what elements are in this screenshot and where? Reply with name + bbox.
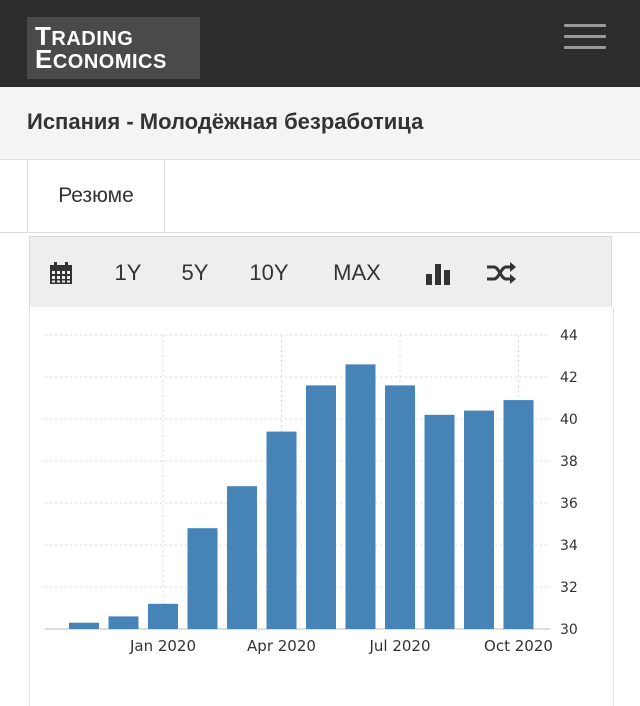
bar-jan-2020[interactable] — [148, 603, 178, 629]
page-title: Испания - Молодёжная безработица — [27, 109, 424, 134]
bar-apr-2020[interactable] — [266, 431, 297, 629]
x-tick-label: Apr 2020 — [247, 637, 316, 655]
y-tick-label: 30 — [560, 622, 578, 638]
bar-sep-2020[interactable] — [464, 410, 494, 629]
y-tick-label: 32 — [560, 580, 578, 596]
y-tick-label: 34 — [560, 538, 578, 554]
chart-toolbar: 1Y 5Y 10Y MAX — [29, 236, 612, 309]
chart-panel: 30 32 34 36 38 40 42 44 Jan 2020 Apr 2020 Jul 2020… — [29, 307, 614, 706]
bar-mar-2020[interactable] — [227, 486, 257, 629]
calendar-icon[interactable] — [46, 237, 76, 308]
bar-jun-2020[interactable] — [345, 364, 376, 629]
bar-aug-2020[interactable] — [424, 414, 455, 629]
range-max-button[interactable]: MAX — [327, 237, 387, 308]
tab-summary[interactable]: Резюме — [27, 160, 165, 232]
page-title-bar: Испания - Молодёжная безработица — [0, 87, 640, 160]
x-tick-label: Jan 2020 — [129, 637, 196, 655]
trading-economics-logo[interactable]: TRADING ECONOMICS — [27, 17, 200, 79]
logo-line-2: ECONOMICS — [35, 44, 167, 74]
bar-dec-2019[interactable] — [108, 616, 139, 629]
x-tick-label: Jul 2020 — [368, 637, 430, 655]
range-5y-button[interactable]: 5Y — [175, 237, 215, 308]
tab-row: Резюме — [0, 160, 640, 233]
bar-feb-2020[interactable] — [187, 528, 218, 629]
x-tick-label: Oct 2020 — [484, 637, 553, 655]
hamburger-menu-icon[interactable] — [564, 24, 606, 50]
bar-jul-2020[interactable] — [385, 385, 415, 629]
y-tick-label: 40 — [560, 412, 578, 428]
y-tick-label: 44 — [560, 328, 578, 344]
bar-may-2020[interactable] — [306, 385, 336, 629]
shuffle-icon[interactable] — [484, 237, 518, 308]
y-tick-label: 38 — [560, 454, 578, 470]
range-1y-button[interactable]: 1Y — [108, 237, 148, 308]
range-10y-button[interactable]: 10Y — [244, 237, 294, 308]
y-tick-label: 42 — [560, 370, 578, 386]
bar-oct-2020[interactable] — [503, 400, 534, 629]
top-navigation-bar: TRADING ECONOMICS — [0, 0, 640, 87]
y-tick-label: 36 — [560, 496, 578, 512]
bar-chart: 30 32 34 36 38 40 42 44 Jan 2020 Apr 2020 Jul 2020… — [45, 328, 578, 655]
bar-nov-2019[interactable] — [69, 622, 99, 629]
bar-chart-icon[interactable] — [423, 237, 453, 308]
